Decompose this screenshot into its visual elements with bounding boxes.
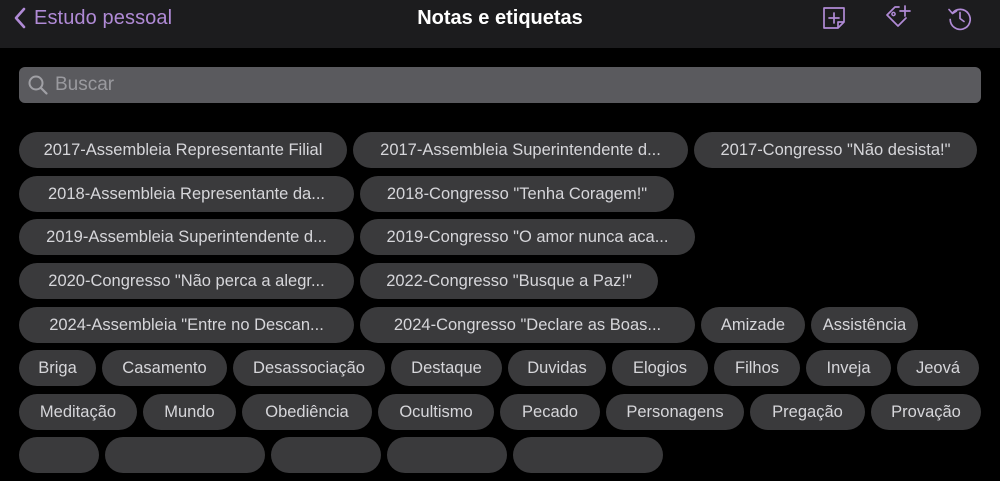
tag-chip[interactable]: 2017-Congresso "Não desista!" bbox=[694, 132, 977, 168]
tag-chip[interactable]: Desassociação bbox=[233, 350, 385, 386]
history-icon[interactable] bbox=[946, 4, 974, 32]
search-input[interactable] bbox=[49, 67, 981, 103]
tag-chip[interactable]: 2024-Congresso "Declare as Boas... bbox=[360, 306, 695, 343]
tag-chip[interactable]: Mundo bbox=[143, 393, 236, 430]
tag-chip[interactable]: 2024-Assembleia "Entre no Descan... bbox=[19, 306, 354, 343]
tag-chip-partial[interactable] bbox=[387, 437, 507, 473]
navigation-bar: Estudo pessoal Notas e etiquetas bbox=[0, 0, 1000, 48]
tag-chip[interactable]: Casamento bbox=[102, 350, 227, 386]
tag-chip[interactable]: Obediência bbox=[242, 393, 372, 430]
tag-chip[interactable]: Meditação bbox=[19, 393, 137, 430]
tag-row: 2024-Assembleia "Entre no Descan... 2024… bbox=[19, 306, 981, 343]
tag-chip-partial[interactable] bbox=[19, 437, 99, 473]
tag-chip-partial[interactable] bbox=[513, 437, 663, 473]
tag-chip[interactable]: Pecado bbox=[500, 393, 600, 430]
tag-chip[interactable]: Ocultismo bbox=[378, 393, 494, 430]
tag-row: Briga Casamento Desassociação Destaque D… bbox=[19, 350, 981, 386]
back-label: Estudo pessoal bbox=[34, 6, 173, 29]
tag-chip[interactable]: 2019-Assembleia Superintendente d... bbox=[19, 219, 354, 255]
tag-row: 2019-Assembleia Superintendente d... 201… bbox=[19, 219, 981, 255]
tag-chip[interactable]: 2022-Congresso "Busque a Paz!" bbox=[360, 263, 658, 299]
tag-row-partial bbox=[19, 437, 981, 473]
tag-chip-partial[interactable] bbox=[105, 437, 265, 473]
chevron-left-icon bbox=[14, 7, 26, 29]
tag-chip[interactable]: 2018-Assembleia Representante da... bbox=[19, 175, 354, 212]
add-note-icon[interactable] bbox=[820, 4, 848, 32]
tag-chip[interactable]: 2018-Congresso "Tenha Coragem!" bbox=[360, 175, 674, 212]
tag-chip[interactable]: Personagens bbox=[606, 393, 744, 430]
tag-chip[interactable]: Filhos bbox=[714, 350, 800, 386]
tag-chip[interactable]: Jeová bbox=[897, 350, 979, 386]
add-tag-icon[interactable] bbox=[884, 4, 912, 32]
tag-row: Meditação Mundo Obediência Ocultismo Pec… bbox=[19, 393, 981, 430]
tag-chip[interactable]: 2017-Assembleia Superintendente d... bbox=[353, 132, 688, 168]
tag-chip[interactable]: Elogios bbox=[612, 350, 708, 386]
tag-chip[interactable]: 2019-Congresso "O amor nunca aca... bbox=[360, 219, 695, 255]
tag-row: 2020-Congresso "Não perca a alegr... 202… bbox=[19, 263, 981, 299]
tag-chip[interactable]: Pregação bbox=[750, 393, 865, 430]
tag-chip[interactable]: Briga bbox=[19, 350, 96, 386]
back-button[interactable]: Estudo pessoal bbox=[12, 0, 172, 36]
tag-chip[interactable]: Assistência bbox=[811, 306, 918, 343]
tag-chip-partial[interactable] bbox=[271, 437, 381, 473]
tag-chip[interactable]: Duvidas bbox=[508, 350, 606, 386]
tag-chip[interactable]: 2020-Congresso "Não perca a alegr... bbox=[19, 263, 354, 299]
tag-chip[interactable]: 2017-Assembleia Representante Filial bbox=[19, 132, 347, 168]
tag-chip[interactable]: Amizade bbox=[701, 306, 805, 343]
tag-chip[interactable]: Inveja bbox=[806, 350, 891, 386]
tag-chip[interactable]: Provação bbox=[871, 393, 981, 430]
tag-row: 2017-Assembleia Representante Filial 201… bbox=[19, 132, 981, 168]
tag-list: 2017-Assembleia Representante Filial 201… bbox=[19, 132, 981, 481]
tag-chip[interactable]: Destaque bbox=[391, 350, 502, 386]
search-bar bbox=[19, 67, 981, 103]
search-icon bbox=[28, 75, 48, 95]
tag-row: 2018-Assembleia Representante da... 2018… bbox=[19, 175, 981, 212]
